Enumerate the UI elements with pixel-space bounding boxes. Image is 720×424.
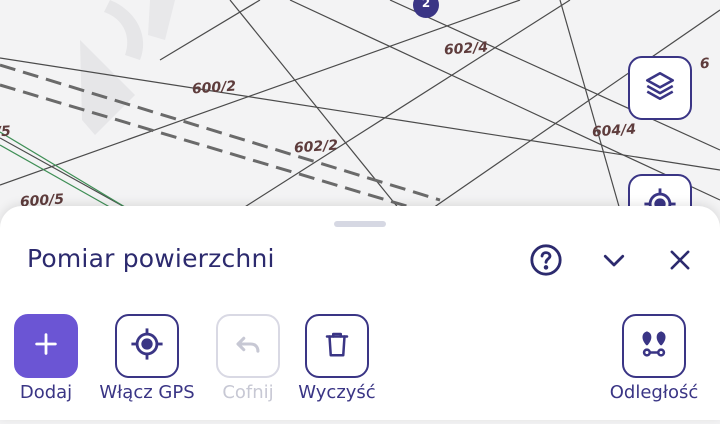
collapse-button[interactable] bbox=[596, 244, 632, 280]
chevron-down-icon bbox=[599, 245, 629, 279]
close-button[interactable] bbox=[662, 244, 698, 280]
add-point-label: Dodaj bbox=[19, 382, 73, 403]
help-circle-icon bbox=[529, 243, 563, 281]
route-pins-icon bbox=[637, 327, 671, 365]
clear-label: Wyczyść bbox=[298, 382, 376, 403]
layers-button[interactable] bbox=[628, 56, 692, 120]
parcel-label: /5 bbox=[0, 123, 12, 141]
trash-icon bbox=[322, 329, 352, 363]
add-point-box[interactable] bbox=[14, 314, 78, 378]
undo-label: Cofnij bbox=[222, 382, 274, 403]
gps-crosshair-icon bbox=[130, 327, 164, 365]
distance-button[interactable]: Odległość bbox=[602, 314, 706, 410]
drag-handle[interactable] bbox=[334, 221, 386, 227]
parcel-label: 602/4 bbox=[443, 39, 489, 59]
measure-panel: Pomiar powierzchni Dodaj Włącz GPS Cofni… bbox=[0, 206, 720, 420]
enable-gps-label: Włącz GPS bbox=[99, 382, 195, 403]
watermark-shape bbox=[148, 0, 175, 40]
help-button[interactable] bbox=[528, 244, 564, 280]
plus-icon bbox=[32, 330, 60, 362]
parcel-label: 602/2 bbox=[293, 137, 339, 157]
layers-icon bbox=[643, 69, 677, 107]
watermark-shape bbox=[104, 0, 144, 60]
clear-button[interactable]: Wyczyść bbox=[285, 314, 389, 410]
parcel-label: 600/2 bbox=[191, 78, 237, 98]
enable-gps-button[interactable]: Włącz GPS bbox=[95, 314, 199, 410]
undo-box[interactable] bbox=[216, 314, 280, 378]
parcel-label: 604/4 bbox=[591, 121, 637, 141]
distance-box[interactable] bbox=[622, 314, 686, 378]
undo-icon bbox=[231, 327, 265, 365]
panel-title: Pomiar powierzchni bbox=[27, 244, 275, 273]
parcel-label-edge: 6 bbox=[699, 55, 711, 73]
distance-label: Odległość bbox=[609, 382, 699, 403]
marker-badge: 2 bbox=[421, 0, 431, 10]
add-point-button[interactable]: Dodaj bbox=[0, 314, 98, 410]
enable-gps-box[interactable] bbox=[115, 314, 179, 378]
close-icon bbox=[666, 246, 694, 278]
clear-box[interactable] bbox=[305, 314, 369, 378]
